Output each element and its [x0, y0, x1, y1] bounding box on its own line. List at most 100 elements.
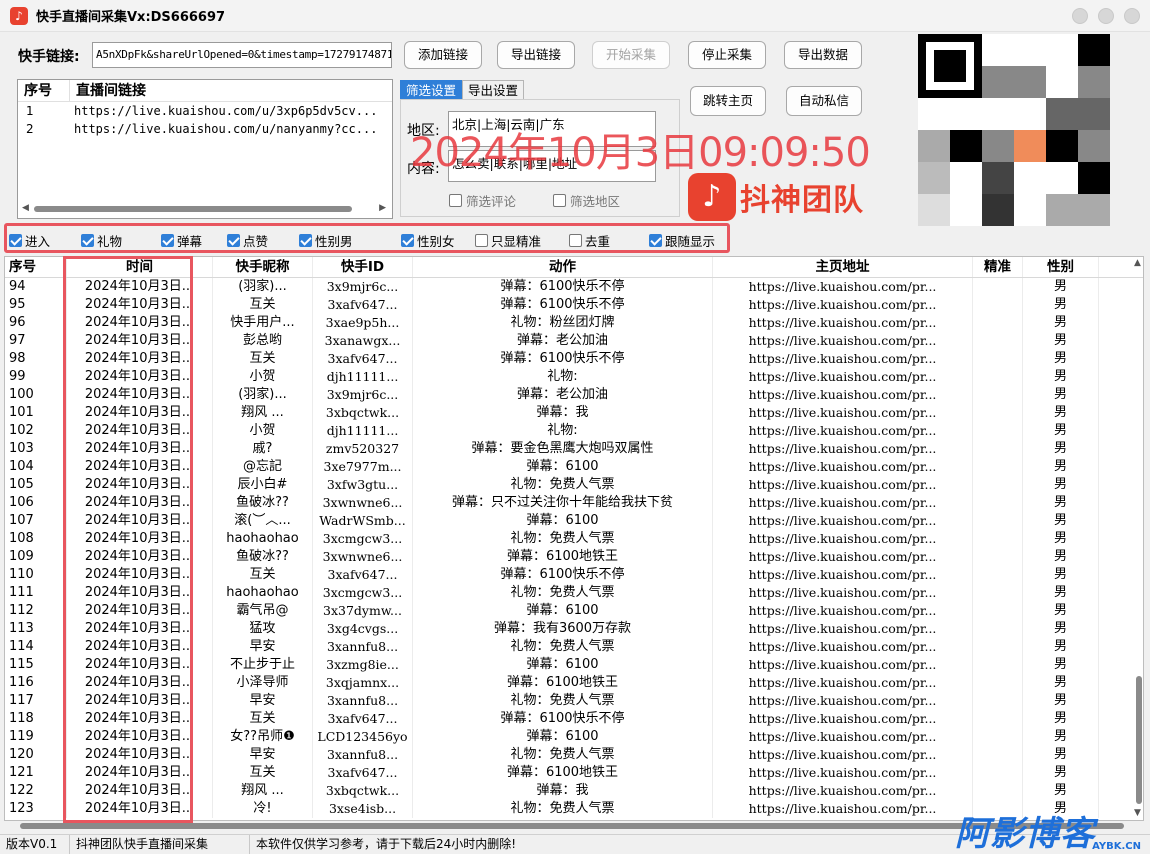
cell-nickname: 戚? [213, 440, 313, 458]
table-row[interactable]: 121 2024年10月3日... 互关 3xafv647... 弹幕：6100地铁王 h… [5, 764, 1143, 782]
cell-precise [973, 296, 1023, 314]
cell-homepage: https://live.kuaishou.com/pr... [713, 656, 973, 674]
option-dedupe-checkbox[interactable]: 去重 [569, 231, 610, 250]
cell-precise [973, 440, 1023, 458]
header-precise[interactable]: 精准 [973, 257, 1023, 277]
table-vertical-scrollbar[interactable]: ▲ ▼ [1133, 258, 1145, 818]
header-id[interactable]: 快手ID [313, 257, 413, 277]
minimize-button[interactable] [1072, 8, 1088, 24]
header-gender[interactable]: 性别 [1023, 257, 1099, 277]
table-row[interactable]: 107 2024年10月3日... 滚(︶︿... WadrWSmb... 弹幕：610… [5, 512, 1143, 530]
scroll-left-icon[interactable]: ◀ [22, 203, 29, 213]
option-danmaku-checkbox[interactable]: 弹幕 [161, 231, 202, 250]
option-male-checkbox[interactable]: 性别男 [299, 231, 353, 250]
cell-time: 2024年10月3日... [67, 728, 213, 746]
table-row[interactable]: 120 2024年10月3日... 早安 3xannfu8... 礼物：免费人气票 htt… [5, 746, 1143, 764]
table-row[interactable]: 110 2024年10月3日... 互关 3xafv647... 弹幕：6100快乐不停… [5, 566, 1143, 584]
cell-gender: 男 [1023, 440, 1099, 458]
url-list-scrollbar[interactable]: ◀ ▶ [20, 203, 388, 214]
table-row[interactable]: 118 2024年10月3日... 互关 3xafv647... 弹幕：6100快乐不停… [5, 710, 1143, 728]
table-row[interactable]: 103 2024年10月3日... 戚? zmv520327 弹幕：要金色黑鹰大炮吗双属… [5, 440, 1143, 458]
table-row[interactable]: 119 2024年10月3日... 女??吊师❶ LCD123456yo 弹幕：6100… [5, 728, 1143, 746]
table-row[interactable]: 104 2024年10月3日... @忘記 3xe7977m... 弹幕：6100 htt… [5, 458, 1143, 476]
cell-gender: 男 [1023, 350, 1099, 368]
table-row[interactable]: 96 2024年10月3日... 快手用户... 3xae9p5h... 礼物：粉丝团灯… [5, 314, 1143, 332]
live-url-list[interactable]: 序号 直播间链接 1 https://live.kuaishou.com/u/3… [17, 79, 393, 219]
cell-homepage: https://live.kuaishou.com/pr... [713, 800, 973, 818]
data-table[interactable]: 序号 时间 快手昵称 快手ID 动作 主页地址 精准 性别 94 2024年10月… [4, 256, 1144, 821]
add-link-button[interactable]: 添加链接 [404, 41, 482, 69]
close-button[interactable] [1124, 8, 1140, 24]
url-list-row[interactable]: 1 https://live.kuaishou.com/u/3xp6p5dv5c… [18, 102, 392, 120]
table-row[interactable]: 98 2024年10月3日... 互关 3xafv647... 弹幕：6100快乐不停 h… [5, 350, 1143, 368]
table-row[interactable]: 117 2024年10月3日... 早安 3xannfu8... 礼物：免费人气票 htt… [5, 692, 1143, 710]
table-row[interactable]: 105 2024年10月3日... 辰小白# 3xfw3gtu... 礼物：免费人气票 h… [5, 476, 1143, 494]
cell-id: 3xafv647... [313, 296, 413, 314]
cell-id: 3xafv647... [313, 566, 413, 584]
option-enter-checkbox[interactable]: 进入 [9, 231, 50, 250]
scrollbar-thumb[interactable] [1136, 676, 1142, 804]
table-row[interactable]: 102 2024年10月3日... 小贺 djh11111... 礼物: https://… [5, 422, 1143, 440]
option-gift-checkbox[interactable]: 礼物 [81, 231, 122, 250]
table-row[interactable]: 99 2024年10月3日... 小贺 djh11111... 礼物: https://l… [5, 368, 1143, 386]
auto-message-button[interactable]: 自动私信 [786, 86, 862, 116]
table-row[interactable]: 114 2024年10月3日... 早安 3xannfu8... 礼物：免费人气票 htt… [5, 638, 1143, 656]
maximize-button[interactable] [1098, 8, 1114, 24]
table-row[interactable]: 108 2024年10月3日... haohaohao 3xcmgcw3... 礼物：免… [5, 530, 1143, 548]
cell-homepage: https://live.kuaishou.com/pr... [713, 602, 973, 620]
checkbox-unchecked-icon [553, 194, 566, 207]
export-data-button[interactable]: 导出数据 [784, 41, 862, 69]
link-input[interactable]: A5nXDpFk&shareUrlOpened=0&timestamp=1727… [92, 42, 392, 68]
cell-gender: 男 [1023, 638, 1099, 656]
filter-comment-checkbox[interactable]: 筛选评论 [449, 191, 516, 210]
cell-precise [973, 728, 1023, 746]
table-row[interactable]: 112 2024年10月3日... 霸气吊@ 3x37dymw... 弹幕：6100 ht… [5, 602, 1143, 620]
scroll-up-icon[interactable]: ▲ [1134, 258, 1141, 268]
header-seq[interactable]: 序号 [5, 257, 67, 277]
stop-collect-button[interactable]: 停止采集 [688, 41, 766, 69]
filter-region-checkbox[interactable]: 筛选地区 [553, 191, 620, 210]
header-time[interactable]: 时间 [67, 257, 213, 277]
option-like-checkbox[interactable]: 点赞 [227, 231, 268, 250]
header-action[interactable]: 动作 [413, 257, 713, 277]
table-row[interactable]: 106 2024年10月3日... 鱼破冰?? 3xwnwne6... 弹幕：只不过关注… [5, 494, 1143, 512]
table-row[interactable]: 100 2024年10月3日... (羽家)... 3x9mjr6c... 弹幕：老公加… [5, 386, 1143, 404]
table-row[interactable]: 113 2024年10月3日... 猛攻 3xg4cvgs... 弹幕：我有3600万存… [5, 620, 1143, 638]
table-row[interactable]: 115 2024年10月3日... 不止步于止 3xzmg8ie... 弹幕：6100 h… [5, 656, 1143, 674]
scroll-right-icon[interactable]: ▶ [379, 203, 386, 213]
table-row[interactable]: 97 2024年10月3日... 彭总哟 3xanawgx... 弹幕：老公加油 http… [5, 332, 1143, 350]
url-list-row[interactable]: 2 https://live.kuaishou.com/u/nanyanmy?c… [18, 120, 392, 138]
cell-precise [973, 422, 1023, 440]
cell-seq: 98 [5, 350, 67, 368]
cell-nickname: 互关 [213, 350, 313, 368]
cell-homepage: https://live.kuaishou.com/pr... [713, 728, 973, 746]
table-row[interactable]: 109 2024年10月3日... 鱼破冰?? 3xwnwne6... 弹幕：6100地… [5, 548, 1143, 566]
cell-action: 弹幕：6100快乐不停 [413, 566, 713, 584]
cell-time: 2024年10月3日... [67, 746, 213, 764]
goto-home-button[interactable]: 跳转主页 [690, 86, 766, 116]
table-row[interactable]: 116 2024年10月3日... 小泽导师 3xqjamnx... 弹幕：6100地铁… [5, 674, 1143, 692]
header-homepage[interactable]: 主页地址 [713, 257, 973, 277]
header-nickname[interactable]: 快手昵称 [213, 257, 313, 277]
table-row[interactable]: 94 2024年10月3日... (羽家)... 3x9mjr6c... 弹幕：6100… [5, 278, 1143, 296]
cell-action: 弹幕：要金色黑鹰大炮吗双属性 [413, 440, 713, 458]
option-follow-display-checkbox[interactable]: 跟随显示 [649, 231, 715, 250]
option-precise-only-checkbox[interactable]: 只显精准 [475, 231, 541, 250]
table-row[interactable]: 95 2024年10月3日... 互关 3xafv647... 弹幕：6100快乐不停 h… [5, 296, 1143, 314]
table-row[interactable]: 122 2024年10月3日... 翔风 ... 3xbqctwk... 弹幕：我 htt… [5, 782, 1143, 800]
export-link-button[interactable]: 导出链接 [497, 41, 575, 69]
tab-filter-settings[interactable]: 筛选设置 [400, 80, 463, 100]
table-row[interactable]: 101 2024年10月3日... 翔风 ... 3xbqctwk... 弹幕：我 htt… [5, 404, 1143, 422]
checkbox-checked-icon [299, 234, 312, 247]
scrollbar-thumb[interactable] [34, 206, 352, 212]
table-row[interactable]: 111 2024年10月3日... haohaohao 3xcmgcw3... 礼物：免… [5, 584, 1143, 602]
cell-precise [973, 620, 1023, 638]
start-collect-button[interactable]: 开始采集 [592, 41, 670, 69]
cell-seq: 97 [5, 332, 67, 350]
tab-export-settings[interactable]: 导出设置 [462, 80, 525, 100]
options-bar: 进入 礼物 弹幕 点赞 性别男 性别女 只显精准 去重 跟随显示 [4, 223, 730, 253]
option-female-checkbox[interactable]: 性别女 [401, 231, 455, 250]
cell-seq: 107 [5, 512, 67, 530]
cell-homepage: https://live.kuaishou.com/pr... [713, 782, 973, 800]
cell-time: 2024年10月3日... [67, 386, 213, 404]
